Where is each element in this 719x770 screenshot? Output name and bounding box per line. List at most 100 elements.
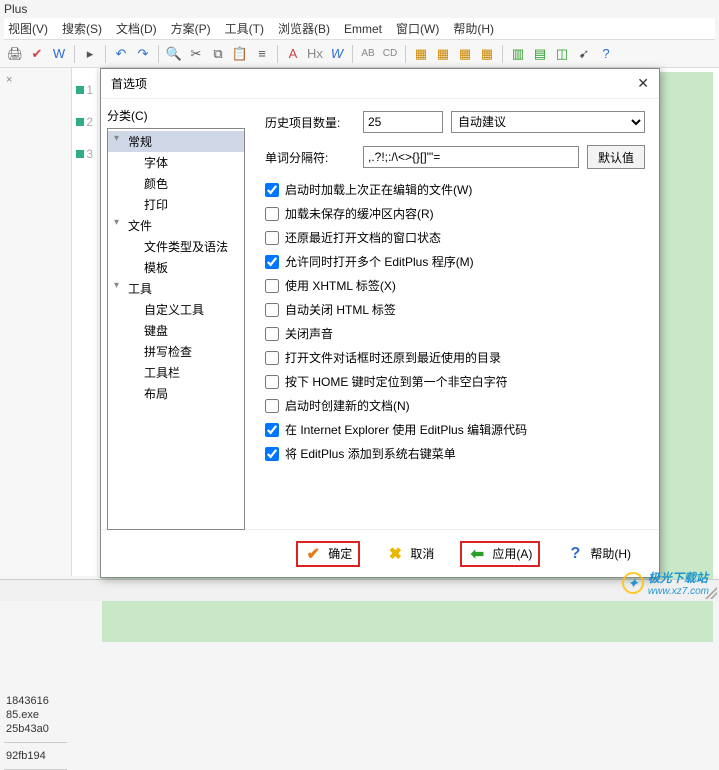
close-panel-icon[interactable]: × — [4, 72, 67, 88]
paste-icon[interactable]: 📋 — [231, 45, 249, 63]
tree-item-toolbar[interactable]: 工具栏 — [108, 362, 244, 383]
chk-home-key[interactable] — [265, 375, 279, 389]
panel1-icon[interactable]: ▦ — [412, 45, 430, 63]
chk-label: 允许同时打开多个 EditPlus 程序(M) — [285, 253, 474, 270]
doc2-icon[interactable]: ▤ — [531, 45, 549, 63]
cancel-label: 取消 — [410, 545, 434, 562]
chk-label: 在 Internet Explorer 使用 EditPlus 编辑源代码 — [285, 421, 527, 438]
settings-panel: 历史项目数量: 自动建议 单词分隔符: 默认值 启动时加载上次正在编辑的文件(W… — [251, 99, 659, 529]
tree-item-font[interactable]: 字体 — [108, 152, 244, 173]
ok-button[interactable]: ✔ 确定 — [296, 541, 360, 567]
menu-document[interactable]: 文档(D) — [116, 20, 157, 37]
panel3-icon[interactable]: ▦ — [456, 45, 474, 63]
search-icon[interactable]: 🔍 — [165, 45, 183, 63]
ab-icon[interactable]: AB — [359, 45, 377, 63]
watermark-text: 极光下载站 — [648, 569, 709, 586]
default-button[interactable]: 默认值 — [587, 145, 645, 169]
cd-icon[interactable]: CD — [381, 45, 399, 63]
indent-icon[interactable]: ≡ — [253, 45, 271, 63]
doc3-icon[interactable]: ◫ — [553, 45, 571, 63]
menu-window[interactable]: 窗口(W) — [396, 20, 439, 37]
tree-item-file[interactable]: 文件 — [108, 215, 244, 236]
tree-item-template[interactable]: 模板 — [108, 257, 244, 278]
question-icon: ? — [566, 545, 584, 563]
tree-item-general[interactable]: 常规 — [108, 131, 244, 152]
tree-item-print[interactable]: 打印 — [108, 194, 244, 215]
help-button[interactable]: ? 帮助(H) — [558, 541, 639, 567]
menu-view[interactable]: 视图(V) — [8, 20, 48, 37]
separator — [105, 45, 106, 63]
menu-browser[interactable]: 浏览器(B) — [278, 20, 330, 37]
help-icon[interactable]: ? — [597, 45, 615, 63]
file-item[interactable]: 1843616 — [4, 694, 67, 708]
line-gutter: 1 2 3 — [72, 68, 98, 576]
chk-ie-edit[interactable] — [265, 423, 279, 437]
doc1-icon[interactable]: ▥ — [509, 45, 527, 63]
check-icon: ✔ — [304, 545, 322, 563]
separator — [352, 45, 353, 63]
chk-new-doc[interactable] — [265, 399, 279, 413]
chk-load-buffer[interactable] — [265, 207, 279, 221]
file-item[interactable]: 92fb194 — [4, 749, 67, 763]
close-icon[interactable]: ✕ — [637, 75, 649, 92]
font-a-icon[interactable]: A — [284, 45, 302, 63]
left-panel: × 1843616 85.exe 25b43a0 92fb194 — [0, 68, 72, 576]
file-item[interactable]: 85.exe — [4, 708, 67, 722]
tree-item-usertools[interactable]: 自定义工具 — [108, 299, 244, 320]
category-panel: 分类(C) 常规 字体 颜色 打印 文件 文件类型及语法 模板 工具 自定义工具… — [101, 99, 251, 529]
dialog-title-text: 首选项 — [111, 75, 147, 92]
chk-context-menu[interactable] — [265, 447, 279, 461]
font-hx-icon[interactable]: Hx — [306, 45, 324, 63]
cursor-icon[interactable]: ➹ — [575, 45, 593, 63]
chk-restore-dir[interactable] — [265, 351, 279, 365]
separator — [158, 45, 159, 63]
char-w-icon[interactable]: W — [328, 45, 346, 63]
panel2-icon[interactable]: ▦ — [434, 45, 452, 63]
suggestion-select[interactable]: 自动建议 — [451, 111, 645, 133]
category-tree[interactable]: 常规 字体 颜色 打印 文件 文件类型及语法 模板 工具 自定义工具 键盘 拼写… — [107, 128, 245, 530]
apply-button[interactable]: ⬅ 应用(A) — [460, 541, 540, 567]
copy-icon[interactable]: ⧉ — [209, 45, 227, 63]
chk-label: 关闭声音 — [285, 325, 333, 342]
chk-xhtml[interactable] — [265, 279, 279, 293]
word-icon[interactable]: W — [50, 45, 68, 63]
panel4-icon[interactable]: ▦ — [478, 45, 496, 63]
menu-emmet[interactable]: Emmet — [344, 22, 382, 36]
delimiter-input[interactable] — [363, 146, 579, 168]
dialog-titlebar: 首选项 ✕ — [101, 69, 659, 99]
print-icon[interactable]: 🖨 — [6, 45, 24, 63]
chk-label: 启动时加载上次正在编辑的文件(W) — [285, 181, 472, 198]
statusbar — [0, 579, 719, 601]
delimiter-label: 单词分隔符: — [265, 149, 355, 166]
redo-icon[interactable]: ↷ — [134, 45, 152, 63]
tree-item-keyboard[interactable]: 键盘 — [108, 320, 244, 341]
tree-item-color[interactable]: 颜色 — [108, 173, 244, 194]
chk-autoclose-html[interactable] — [265, 303, 279, 317]
menu-help[interactable]: 帮助(H) — [453, 20, 494, 37]
chk-multi-instance[interactable] — [265, 255, 279, 269]
dialog-button-bar: ✔ 确定 ✖ 取消 ⬅ 应用(A) ? 帮助(H) — [101, 529, 659, 577]
history-count-input[interactable] — [363, 111, 443, 133]
cancel-button[interactable]: ✖ 取消 — [378, 541, 442, 567]
menu-search[interactable]: 搜索(S) — [62, 20, 102, 37]
help-label: 帮助(H) — [590, 545, 631, 562]
tree-item-spellcheck[interactable]: 拼写检查 — [108, 341, 244, 362]
chk-label: 打开文件对话框时还原到最近使用的目录 — [285, 349, 501, 366]
arrow-icon[interactable]: ▸ — [81, 45, 99, 63]
file-item[interactable]: 25b43a0 — [4, 722, 67, 736]
spellcheck-icon[interactable]: ✔ — [28, 45, 46, 63]
undo-icon[interactable]: ↶ — [112, 45, 130, 63]
chk-load-last[interactable] — [265, 183, 279, 197]
menu-project[interactable]: 方案(P) — [171, 20, 211, 37]
chk-label: 将 EditPlus 添加到系统右键菜单 — [285, 445, 456, 462]
tree-item-tools[interactable]: 工具 — [108, 278, 244, 299]
chk-mute[interactable] — [265, 327, 279, 341]
chk-restore-window[interactable] — [265, 231, 279, 245]
tree-item-layout[interactable]: 布局 — [108, 383, 244, 404]
watermark: ✦ 极光下载站 www.xz7.com — [622, 569, 709, 597]
menu-tools[interactable]: 工具(T) — [225, 20, 264, 37]
toolbar: 🖨 ✔ W ▸ ↶ ↷ 🔍 ✂ ⧉ 📋 ≡ A Hx W AB CD ▦ ▦ ▦… — [0, 40, 719, 68]
watermark-icon: ✦ — [622, 572, 644, 594]
tree-item-filetypes[interactable]: 文件类型及语法 — [108, 236, 244, 257]
cut-icon[interactable]: ✂ — [187, 45, 205, 63]
